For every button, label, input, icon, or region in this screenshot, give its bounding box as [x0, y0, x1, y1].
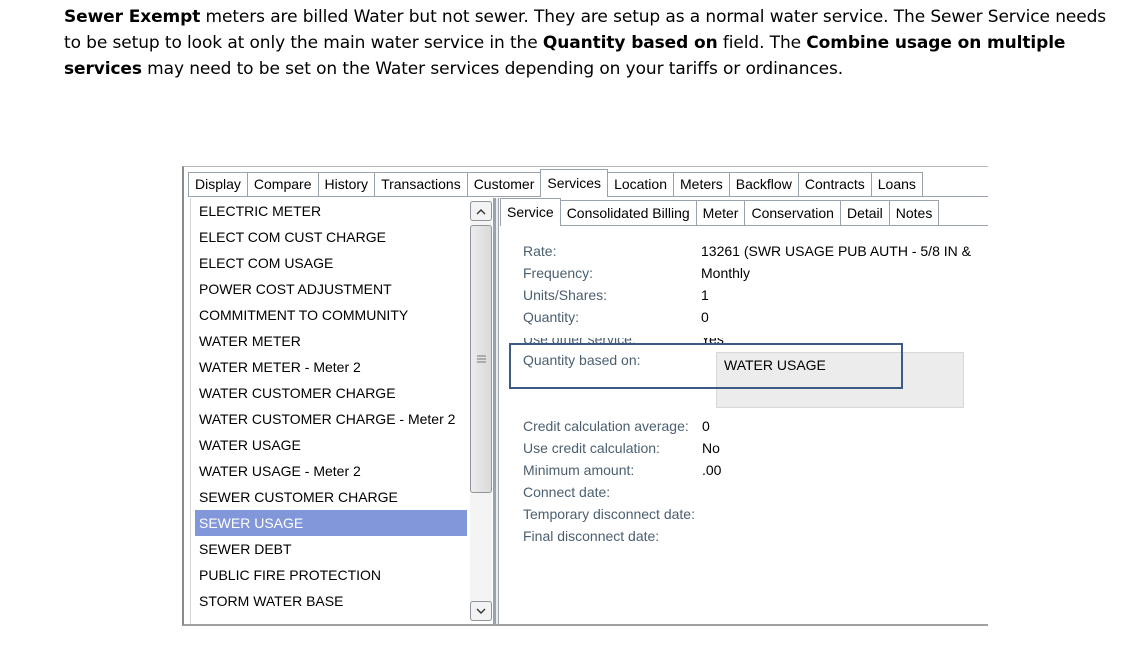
list-item[interactable]: COMMITMENT TO COMMUNITY — [195, 302, 467, 328]
list-item[interactable]: ELECT COM USAGE — [195, 250, 467, 276]
highlight-box — [509, 343, 903, 389]
tab-display[interactable]: Display — [188, 172, 248, 196]
minimum-amount-value: .00 — [702, 462, 722, 478]
list-item[interactable]: ELECTRIC METER — [195, 198, 467, 224]
tab-services[interactable]: Services — [540, 169, 609, 197]
tab-meters[interactable]: Meters — [674, 172, 730, 196]
frequency-value: Monthly — [701, 265, 751, 281]
top-tab-bar: Display Compare History Transactions Cus… — [188, 169, 988, 197]
credit-average-value: 0 — [702, 418, 710, 434]
use-credit-value: No — [702, 440, 720, 456]
minimum-amount-label: Minimum amount: — [523, 462, 635, 478]
use-credit-label: Use credit calculation: — [523, 440, 660, 456]
list-item[interactable]: WATER METER — [195, 328, 467, 354]
tab-transactions[interactable]: Transactions — [375, 172, 468, 196]
credit-average-label: Credit calculation average: — [523, 418, 689, 434]
units-value: 1 — [701, 287, 709, 303]
intro-bold-quantity-based-on: Quantity based on — [542, 33, 718, 53]
chevron-up-icon — [476, 208, 486, 214]
quantity-label: Quantity: — [523, 309, 580, 325]
list-item[interactable]: POWER COST ADJUSTMENT — [195, 276, 467, 302]
list-item[interactable]: ELECT COM CUST CHARGE — [195, 224, 467, 250]
service-detail-pane: Service Consolidated Billing Meter Conse… — [500, 198, 988, 624]
scroll-down-button[interactable] — [470, 601, 492, 621]
rate-value: 13261 (SWR USAGE PUB AUTH - 5/8 IN & — [701, 243, 971, 259]
tab-contracts[interactable]: Contracts — [798, 172, 872, 196]
final-disconnect-label: Final disconnect date: — [523, 528, 660, 544]
rate-label: Rate: — [523, 243, 557, 259]
list-item[interactable]: WATER CUSTOMER CHARGE — [195, 380, 467, 406]
scroll-up-button[interactable] — [470, 201, 492, 221]
list-item[interactable]: PUBLIC FIRE PROTECTION — [195, 562, 467, 588]
list-item[interactable]: WATER METER - Meter 2 — [195, 354, 467, 380]
tab-backflow[interactable]: Backflow — [729, 172, 799, 196]
intro-bold-sewer-exempt: Sewer Exempt — [64, 7, 201, 27]
grip-icon — [476, 355, 486, 363]
tab-history[interactable]: History — [318, 172, 376, 196]
quantity-value: 0 — [701, 309, 709, 325]
list-item[interactable]: WATER USAGE - Meter 2 — [195, 458, 467, 484]
services-list: ELECTRIC METER ELECT COM CUST CHARGE ELE… — [195, 198, 467, 614]
list-item[interactable]: WATER USAGE — [195, 432, 467, 458]
services-list-pane: ELECTRIC METER ELECT COM CUST CHARGE ELE… — [190, 198, 495, 624]
pane-splitter[interactable] — [495, 198, 499, 624]
services-list-scrollbar[interactable] — [470, 201, 492, 621]
intro-text-3: may need to be set on the Water services… — [141, 59, 844, 79]
tab-compare[interactable]: Compare — [247, 172, 319, 196]
intro-paragraph: Sewer Exempt meters are billed Water but… — [64, 4, 1114, 82]
chevron-down-icon — [476, 608, 486, 614]
list-item[interactable]: SEWER CUSTOMER CHARGE — [195, 484, 467, 510]
units-label: Units/Shares: — [523, 287, 608, 303]
tab-loans[interactable]: Loans — [871, 172, 923, 196]
list-item[interactable]: WATER CUSTOMER CHARGE - Meter 2 — [195, 406, 467, 432]
service-detail-fields: Rate: 13261 (SWR USAGE PUB AUTH - 5/8 IN… — [500, 198, 988, 624]
connect-date-label: Connect date: — [523, 484, 611, 500]
tab-location[interactable]: Location — [608, 172, 674, 196]
list-item[interactable]: STORM WATER BASE — [195, 588, 467, 614]
list-item-selected[interactable]: SEWER USAGE — [195, 510, 467, 536]
temporary-disconnect-label: Temporary disconnect date: — [523, 506, 695, 522]
frequency-label: Frequency: — [523, 265, 594, 281]
intro-text-2: field. The — [717, 33, 807, 53]
list-item[interactable]: SEWER DEBT — [195, 536, 467, 562]
scroll-thumb[interactable] — [470, 225, 492, 493]
tab-customer[interactable]: Customer — [467, 172, 542, 196]
